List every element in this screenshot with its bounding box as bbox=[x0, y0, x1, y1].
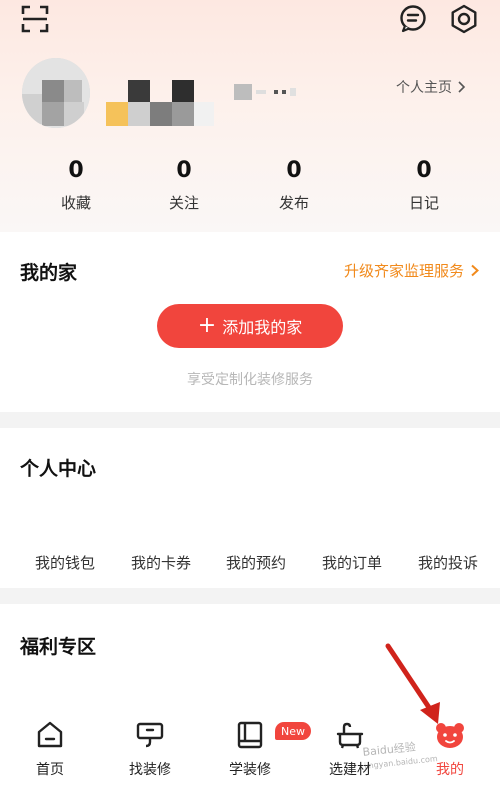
upgrade-supervision-link[interactable]: 升级齐家监理服务 bbox=[344, 260, 480, 281]
tab-label: 学装修 bbox=[229, 762, 271, 778]
personal-homepage-link[interactable]: 个人主页 bbox=[396, 77, 466, 97]
stat-label: 关注 bbox=[168, 194, 199, 212]
menu-item-wallet[interactable]: 我的钱包 bbox=[35, 552, 95, 573]
find-decoration-icon bbox=[136, 722, 164, 748]
stat-posts[interactable]: 0 发布 bbox=[244, 158, 344, 213]
my-home-title: 我的家 bbox=[20, 262, 78, 284]
menu-item-appointments[interactable]: 我的预约 bbox=[226, 552, 286, 573]
user-handle-blurred bbox=[234, 82, 296, 102]
welfare-title: 福利专区 bbox=[20, 636, 97, 658]
add-my-home-button[interactable]: + 添加我的家 bbox=[157, 304, 343, 348]
chevron-right-icon bbox=[458, 81, 466, 93]
welfare-card: 福利专区 bbox=[0, 604, 500, 704]
upgrade-supervision-label: 升级齐家监理服务 bbox=[343, 262, 464, 280]
avatar[interactable] bbox=[22, 58, 90, 128]
stat-label: 发布 bbox=[278, 194, 309, 212]
stat-label: 日记 bbox=[408, 194, 439, 212]
learn-decoration-icon bbox=[237, 721, 263, 749]
scan-icon[interactable] bbox=[20, 4, 50, 34]
stat-value: 0 bbox=[176, 158, 192, 183]
stat-value: 0 bbox=[286, 158, 302, 183]
my-home-subtitle: 享受定制化装修服务 bbox=[187, 372, 313, 388]
building-materials-icon bbox=[336, 722, 364, 749]
mine-icon bbox=[436, 723, 464, 748]
personal-center-card: 个人中心 我的钱包 我的卡券 我的预约 我的订单 我的投诉 bbox=[0, 428, 500, 588]
stat-value: 0 bbox=[416, 158, 432, 183]
menu-item-orders[interactable]: 我的订单 bbox=[322, 552, 382, 573]
tab-find-decoration[interactable]: 找装修 bbox=[110, 720, 190, 779]
add-my-home-label: 添加我的家 bbox=[222, 318, 303, 337]
profile-header: 个人主页 0 收藏 0 关注 0 发布 0 日记 bbox=[0, 0, 500, 232]
stat-value: 0 bbox=[68, 158, 84, 183]
tab-home[interactable]: 首页 bbox=[10, 720, 90, 779]
menu-item-coupons[interactable]: 我的卡券 bbox=[131, 552, 191, 573]
personal-homepage-label: 个人主页 bbox=[396, 80, 452, 96]
new-badge: New bbox=[275, 722, 311, 740]
stat-favorites[interactable]: 0 收藏 bbox=[26, 158, 126, 213]
home-icon bbox=[37, 721, 63, 748]
message-icon[interactable] bbox=[398, 4, 428, 34]
stat-label: 收藏 bbox=[60, 194, 91, 212]
stat-following[interactable]: 0 关注 bbox=[134, 158, 234, 213]
my-home-card: 我的家 升级齐家监理服务 + 添加我的家 享受定制化装修服务 bbox=[0, 232, 500, 412]
settings-icon[interactable] bbox=[448, 3, 480, 35]
chevron-right-icon bbox=[471, 264, 479, 277]
stat-diary[interactable]: 0 日记 bbox=[374, 158, 474, 213]
username-blurred bbox=[106, 80, 216, 128]
plus-icon: + bbox=[197, 313, 217, 338]
menu-item-complaints[interactable]: 我的投诉 bbox=[418, 552, 478, 573]
personal-center-title: 个人中心 bbox=[20, 458, 97, 480]
tab-label: 首页 bbox=[36, 762, 64, 778]
tab-label: 找装修 bbox=[129, 762, 171, 778]
top-icons-bar bbox=[0, 0, 500, 44]
